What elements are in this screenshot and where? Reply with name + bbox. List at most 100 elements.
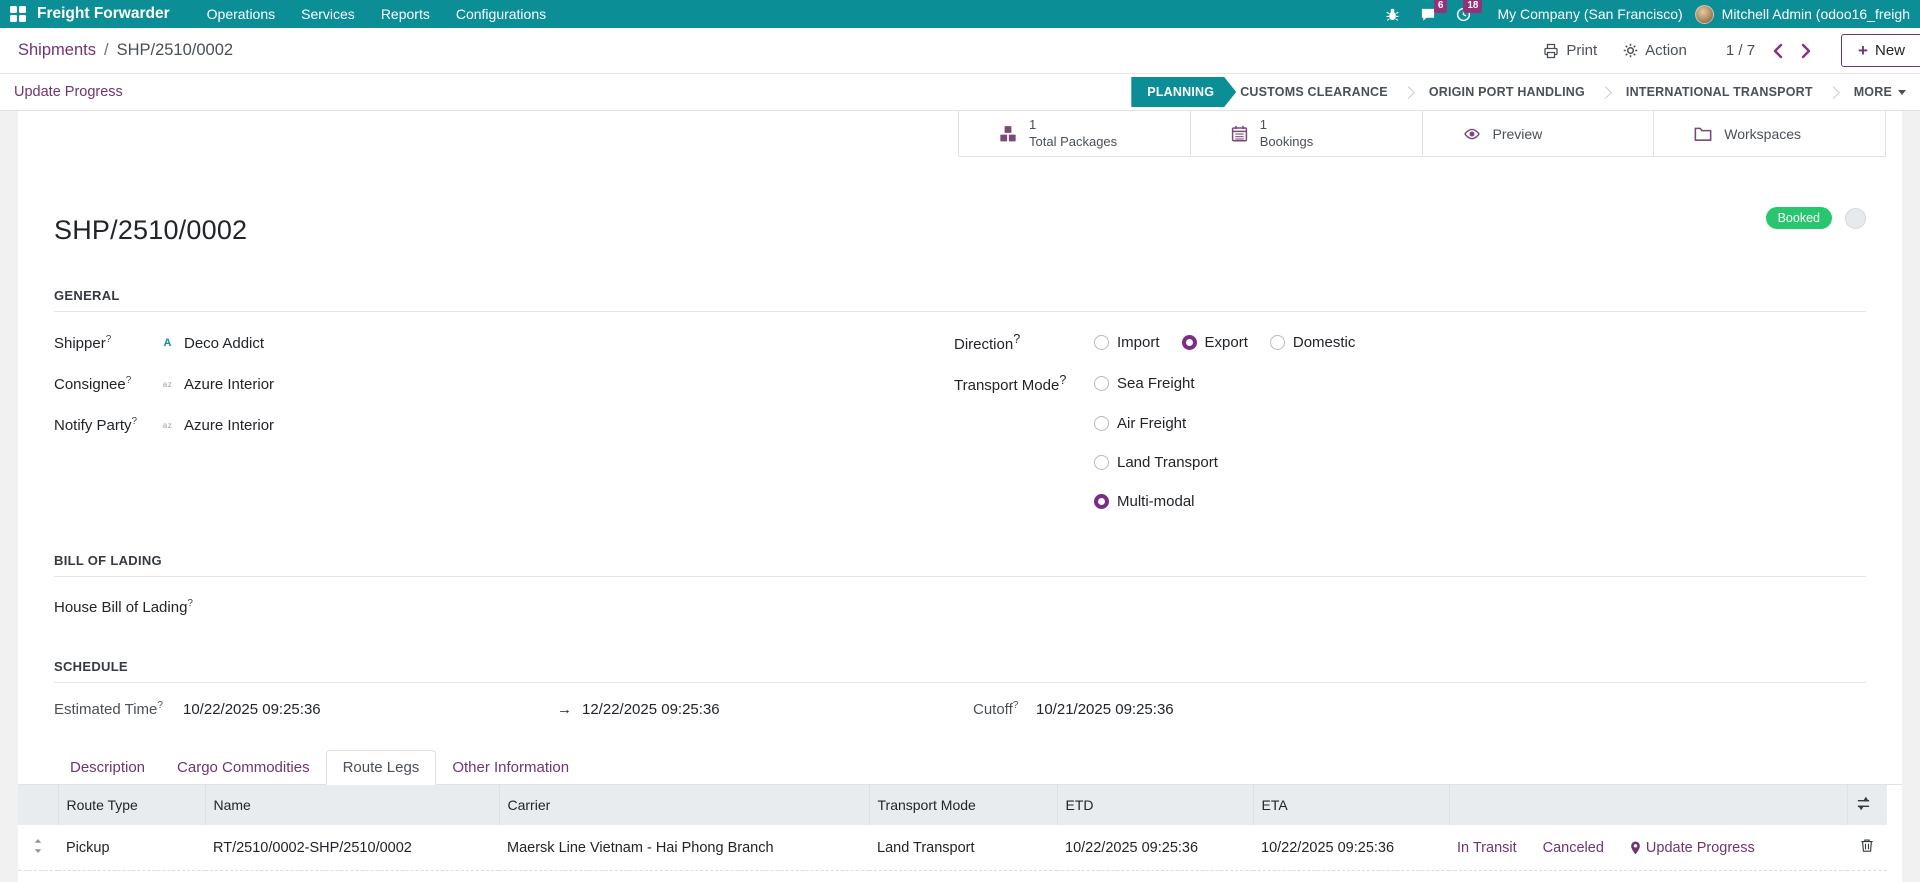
field-transport-mode-option: Air Freight: [954, 413, 1866, 433]
radio-land-transport[interactable]: Land Transport: [1094, 454, 1218, 471]
company-switcher[interactable]: My Company (San Francisco): [1481, 6, 1694, 22]
stage-international-transport[interactable]: INTERNATIONAL TRANSPORT: [1626, 85, 1813, 99]
radio-export[interactable]: Export: [1181, 334, 1248, 351]
section-bill-of-lading: BILL OF LADING: [54, 553, 1866, 577]
column-name[interactable]: Name: [204, 785, 499, 825]
consignee-value[interactable]: az Azure Interior: [159, 376, 274, 393]
field-notify-party: Notify Party? az Azure Interior: [54, 415, 954, 435]
stage-customs-clearance[interactable]: CUSTOMS CLEARANCE: [1240, 85, 1388, 99]
tab-description[interactable]: Description: [54, 751, 161, 784]
breadcrumb-current: SHP/2510/0002: [116, 41, 234, 59]
help-marker: ?: [131, 416, 138, 427]
new-button[interactable]: + New: [1841, 34, 1920, 67]
action-button[interactable]: Action: [1610, 42, 1700, 59]
radio-air-freight[interactable]: Air Freight: [1094, 415, 1186, 432]
column-transport-mode[interactable]: Transport Mode: [868, 785, 1057, 825]
cell-eta[interactable]: 10/22/2025 09:25:36: [1253, 825, 1449, 871]
tab-cargo-commodities[interactable]: Cargo Commodities: [161, 751, 326, 784]
bookings-value: 1: [1259, 116, 1267, 132]
print-label: Print: [1566, 42, 1598, 59]
menu-operations[interactable]: Operations: [194, 6, 288, 22]
column-eta[interactable]: ETA: [1252, 785, 1449, 825]
radio-dot: [1094, 454, 1109, 470]
field-consignee: Consignee? az Azure Interior: [54, 374, 954, 394]
tab-other-information[interactable]: Other Information: [436, 751, 585, 784]
tab-route-legs[interactable]: Route Legs: [325, 750, 437, 785]
in-transit-button[interactable]: In Transit: [1457, 840, 1517, 856]
activities-clock-icon[interactable]: 18: [1446, 0, 1483, 22]
update-progress-button[interactable]: Update Progress: [14, 84, 123, 100]
menu-configurations[interactable]: Configurations: [443, 6, 559, 22]
consignee-label: Consignee?: [54, 375, 132, 393]
radio-domestic[interactable]: Domestic: [1269, 334, 1355, 351]
total-packages-value: 1: [1029, 116, 1037, 132]
stage-more-dropdown[interactable]: MORE: [1854, 85, 1906, 99]
field-direction: Direction? Import Export Domestic: [954, 332, 1866, 353]
debug-bug-icon[interactable]: [1375, 7, 1410, 22]
direction-label: Direction?: [954, 332, 1021, 353]
radio-dot: [1094, 415, 1109, 431]
cutoff-value[interactable]: 10/21/2025 09:25:36: [1036, 701, 1174, 718]
messages-icon[interactable]: 6: [1410, 0, 1448, 22]
radio-multi-modal[interactable]: Multi-modal: [1094, 493, 1195, 510]
folder-icon: [1694, 126, 1712, 142]
estimated-end-value[interactable]: 12/22/2025 09:25:36: [582, 701, 973, 718]
stage-separator-icon: [1401, 85, 1415, 99]
drag-handle[interactable]: [18, 825, 58, 871]
cell-carrier[interactable]: Maersk Line Vietnam - Hai Phong Branch: [499, 825, 869, 871]
more-label: MORE: [1853, 85, 1892, 99]
total-packages-button[interactable]: 1 Total Packages: [959, 111, 1190, 156]
menu-services[interactable]: Services: [288, 6, 368, 22]
radio-import[interactable]: Import: [1094, 334, 1160, 351]
breadcrumb-shipments[interactable]: Shipments: [18, 41, 96, 60]
estimated-time-label: Estimated Time?: [54, 700, 163, 718]
column-carrier[interactable]: Carrier: [498, 785, 869, 825]
trash-icon[interactable]: [1860, 838, 1874, 853]
activity-status-circle[interactable]: [1845, 207, 1866, 229]
column-route-type[interactable]: Route Type: [57, 785, 205, 825]
pager-previous-icon[interactable]: [1763, 43, 1792, 59]
shipper-value[interactable]: A Deco Addict: [159, 335, 265, 352]
row-action-buttons: In Transit Canceled Update Progress: [1457, 840, 1839, 856]
action-label: Action: [1645, 42, 1687, 59]
table-row[interactable]: Pickup RT/2510/0002-SHP/2510/0002 Maersk…: [18, 825, 1887, 871]
stage-origin-port-handling[interactable]: ORIGIN PORT HANDLING: [1429, 85, 1585, 99]
pager-next-icon[interactable]: [1792, 43, 1821, 59]
smart-button-box: 1 Total Packages 1 Bookings Preview Work…: [958, 111, 1886, 157]
gear-icon: [1623, 43, 1638, 58]
activities-badge: 18: [1463, 0, 1483, 13]
print-button[interactable]: Print: [1530, 42, 1610, 59]
notebook-tabs: Description Cargo Commodities Route Legs…: [18, 750, 1902, 785]
menu-reports[interactable]: Reports: [368, 6, 443, 22]
user-avatar[interactable]: [1694, 4, 1714, 24]
column-etd[interactable]: ETD: [1056, 785, 1253, 825]
partner-logo-icon: az: [162, 379, 173, 389]
optional-columns-button[interactable]: [1846, 785, 1887, 825]
messages-badge: 6: [1433, 0, 1448, 13]
user-menu[interactable]: Mitchell Admin (odoo16_freigh: [1714, 6, 1914, 22]
help-marker: ?: [125, 375, 132, 386]
cell-route-type[interactable]: Pickup: [58, 825, 205, 871]
field-estimated-time: Estimated Time? 10/22/2025 09:25:36 → 12…: [54, 700, 1866, 718]
breadcrumb-separator: /: [103, 41, 109, 59]
section-general: GENERAL: [54, 288, 1866, 312]
apps-grid-icon[interactable]: [10, 5, 27, 23]
cell-transport-mode[interactable]: Land Transport: [869, 825, 1057, 871]
bookings-button[interactable]: 1 Bookings: [1189, 111, 1422, 156]
map-pin-icon: [1630, 840, 1641, 855]
status-badge: Booked: [1765, 207, 1832, 229]
radio-sea-freight[interactable]: Sea Freight: [1094, 375, 1195, 392]
workspaces-button[interactable]: Workspaces: [1653, 111, 1885, 156]
notify-party-value[interactable]: az Azure Interior: [159, 417, 274, 434]
canceled-button[interactable]: Canceled: [1543, 840, 1604, 856]
help-marker: ?: [1013, 332, 1021, 346]
estimated-start-value[interactable]: 10/22/2025 09:25:36: [183, 701, 557, 718]
row-update-progress-button[interactable]: Update Progress: [1630, 840, 1755, 856]
printer-icon: [1543, 43, 1559, 59]
cell-name[interactable]: RT/2510/0002-SHP/2510/0002: [205, 825, 499, 871]
stage-planning[interactable]: PLANNING: [1131, 77, 1236, 107]
preview-button[interactable]: Preview: [1421, 111, 1654, 156]
cell-etd[interactable]: 10/22/2025 09:25:36: [1057, 825, 1253, 871]
workspaces-label: Workspaces: [1724, 125, 1802, 142]
app-name[interactable]: Freight Forwarder: [37, 5, 170, 23]
